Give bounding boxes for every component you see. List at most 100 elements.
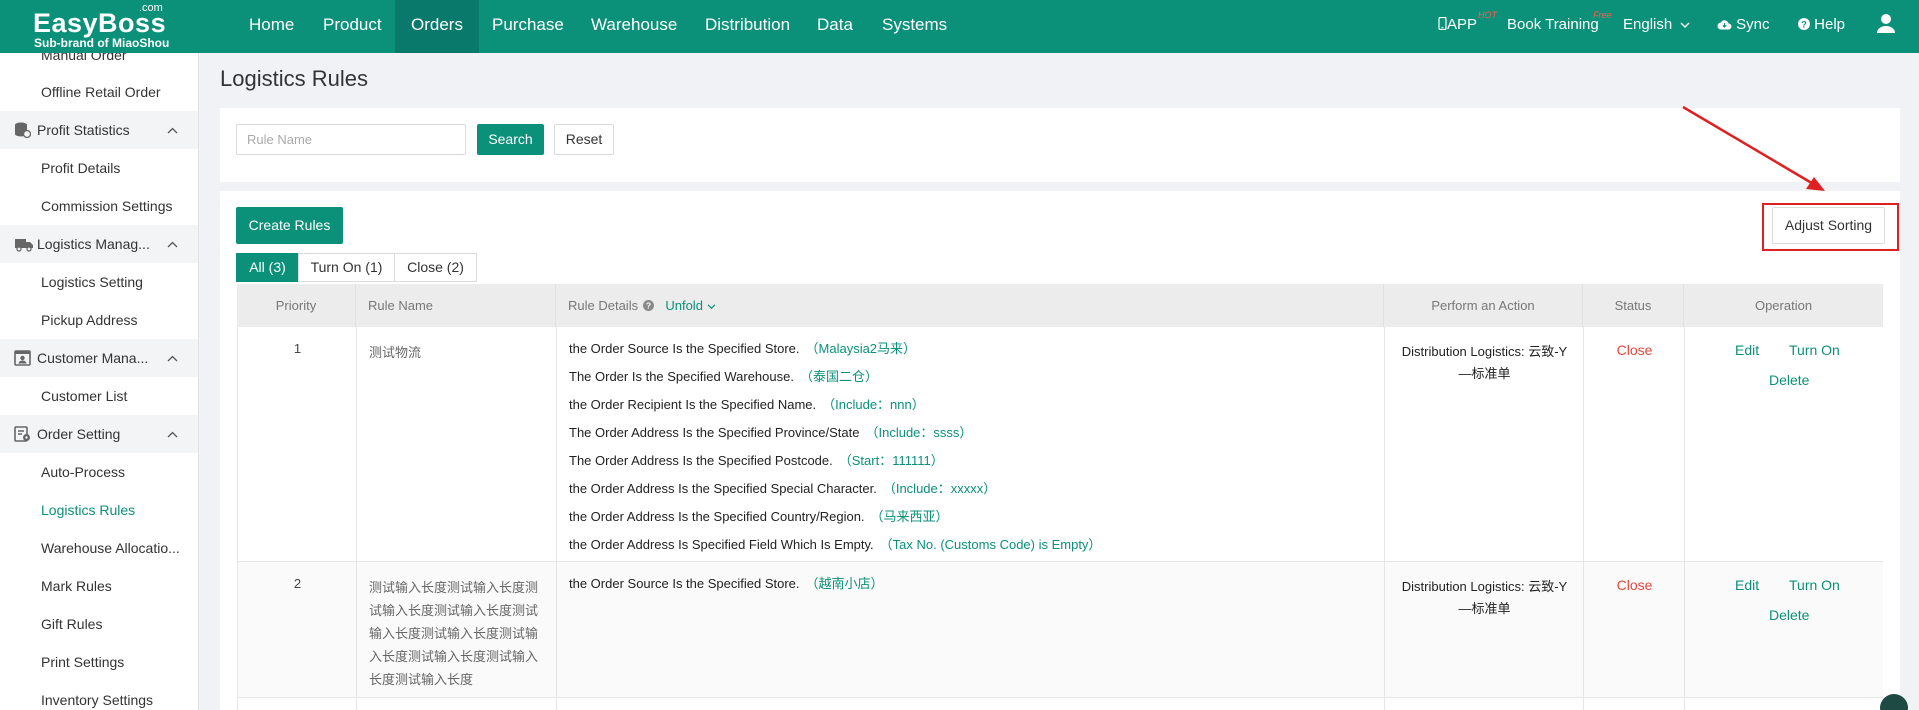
search-button[interactable]: Search	[477, 124, 544, 155]
condition-label: the Order Address Is Specified Field Whi…	[569, 537, 874, 552]
sync-button[interactable]: Sync	[1717, 0, 1770, 53]
free-badge: Free	[1593, 10, 1612, 20]
nav-distribution[interactable]: Distribution	[689, 0, 806, 53]
chevron-up-icon	[167, 241, 178, 248]
svg-text:?: ?	[1801, 20, 1807, 30]
condition-value: （泰国二仓）	[799, 369, 878, 384]
user-avatar-icon	[1877, 14, 1895, 33]
help-button[interactable]: ? Help	[1798, 0, 1845, 53]
action-line: —标准单	[1458, 601, 1511, 616]
sidebar-item-inventory-settings[interactable]: Inventory Settings	[41, 681, 153, 710]
rule-name-cell	[357, 698, 557, 710]
condition-value: （Include：ssss）	[865, 425, 973, 440]
turn-on-link[interactable]: Turn On	[1789, 577, 1840, 593]
edit-link[interactable]: Edit	[1735, 577, 1759, 593]
unfold-toggle[interactable]: Unfold	[665, 298, 715, 313]
nav-home[interactable]: Home	[233, 0, 310, 53]
sidebar-group-order-setting[interactable]: Order Setting	[0, 415, 198, 453]
filter-panel: Search Reset	[220, 108, 1900, 182]
delete-link[interactable]: Delete	[1769, 372, 1809, 388]
condition-item: the Order Source Is the Specified Store.…	[569, 338, 916, 357]
app-label: APP	[1447, 16, 1478, 33]
operation-cell: Edit Turn On Delete	[1685, 562, 1884, 697]
rule-name-cell: 测试物流	[357, 327, 557, 561]
nav-purchase[interactable]: Purchase	[476, 0, 580, 53]
sidebar: Manual Order Offline Retail Order Profit…	[0, 53, 199, 710]
sidebar-group-customer-management[interactable]: Customer Mana...	[0, 339, 198, 377]
tab-turn-on[interactable]: Turn On (1)	[298, 253, 395, 282]
column-rule-name: Rule Name	[356, 284, 556, 327]
sidebar-group-logistics-management[interactable]: Logistics Manag...	[0, 225, 198, 263]
action-line: Distribution Logistics: 云致-Y	[1401, 579, 1568, 594]
condition-value: （Include：nnn）	[822, 397, 925, 412]
app-link[interactable]: APP	[1438, 0, 1477, 53]
sidebar-item-auto-process[interactable]: Auto-Process	[41, 453, 125, 491]
sidebar-item-print-settings[interactable]: Print Settings	[41, 643, 124, 681]
table-header: Priority Rule Name Rule Details ? Unfold…	[237, 284, 1883, 327]
condition-label: The Order Address Is the Specified Provi…	[569, 425, 860, 440]
sidebar-item-logistics-setting[interactable]: Logistics Setting	[41, 263, 143, 301]
question-circle-icon[interactable]: ?	[642, 300, 654, 311]
unfold-label: Unfold	[665, 298, 703, 313]
nav-orders[interactable]: Orders	[395, 0, 479, 53]
sidebar-item-commission-settings[interactable]: Commission Settings	[41, 187, 173, 225]
condition-item: The Order Address Is the Specified Postc…	[569, 450, 944, 469]
rule-details-label: Rule Details	[568, 298, 639, 313]
sync-label: Sync	[1736, 16, 1770, 33]
condition-label: the Order Address Is the Specified Speci…	[569, 481, 877, 496]
sidebar-item-mark-rules[interactable]: Mark Rules	[41, 567, 112, 605]
sidebar-item-gift-rules[interactable]: Gift Rules	[41, 605, 102, 643]
priority-cell: 2	[238, 562, 357, 697]
delete-link[interactable]: Delete	[1769, 607, 1809, 623]
action-cell	[1385, 698, 1584, 710]
tab-close[interactable]: Close (2)	[394, 253, 477, 282]
sidebar-item-pickup-address[interactable]: Pickup Address	[41, 301, 138, 339]
condition-item: the Order Address Is the Specified Speci…	[569, 478, 996, 497]
sidebar-item-customer-list[interactable]: Customer List	[41, 377, 127, 415]
sidebar-item-warehouse-allocation[interactable]: Warehouse Allocatio...	[41, 529, 180, 567]
column-perform-action: Perform an Action	[1384, 284, 1583, 327]
condition-label: the Order Source Is the Specified Store.	[569, 576, 800, 591]
top-nav-bar: .com EasyBoss Sub-brand of MiaoShou Home…	[0, 0, 1919, 53]
sidebar-item-logistics-rules[interactable]: Logistics Rules	[41, 491, 135, 529]
action-description: Distribution Logistics: 云致-Y —标准单	[1397, 576, 1572, 620]
easyboss-logo[interactable]: .com EasyBoss Sub-brand of MiaoShou	[33, 2, 183, 50]
condition-item: the Order Address Is Specified Field Whi…	[569, 534, 1101, 553]
condition-value: （越南小店）	[805, 576, 884, 591]
condition-value: （马来西亚）	[870, 509, 949, 524]
sidebar-item-manual-order[interactable]: Manual Order	[41, 53, 127, 74]
reset-button[interactable]: Reset	[554, 124, 614, 155]
create-rules-button[interactable]: Create Rules	[236, 207, 343, 244]
condition-value: （Malaysia2马来）	[805, 341, 917, 356]
chat-widget-button[interactable]	[1880, 694, 1908, 710]
tab-all[interactable]: All (3)	[236, 253, 299, 282]
condition-label: the Order Source Is the Specified Store.	[569, 341, 800, 356]
sidebar-group-label: Order Setting	[37, 426, 121, 442]
priority-cell	[238, 698, 357, 710]
sidebar-group-profit-statistics[interactable]: Profit Statistics	[0, 111, 198, 149]
nav-product[interactable]: Product	[307, 0, 398, 53]
edit-link[interactable]: Edit	[1735, 342, 1759, 358]
action-line: —标准单	[1458, 366, 1511, 381]
sidebar-item-offline-retail-order[interactable]: Offline Retail Order	[41, 73, 161, 111]
condition-value: （Tax No. (Customs Code) is Empty）	[879, 537, 1102, 552]
language-select[interactable]: English	[1623, 0, 1690, 53]
action-cell: Distribution Logistics: 云致-Y —标准单	[1385, 562, 1584, 697]
rule-name-search-input[interactable]	[236, 124, 466, 155]
condition-label: the Order Address Is the Specified Count…	[569, 509, 865, 524]
book-training-link[interactable]: Book Training	[1507, 0, 1599, 53]
condition-label: the Order Recipient Is the Specified Nam…	[569, 397, 817, 412]
operation-cell: Edit Turn On Delete	[1685, 327, 1884, 561]
user-avatar-button[interactable]	[1876, 0, 1896, 53]
nav-warehouse[interactable]: Warehouse	[575, 0, 693, 53]
sidebar-group-label: Customer Mana...	[37, 350, 149, 366]
priority-value: 1	[293, 341, 302, 356]
turn-on-link[interactable]: Turn On	[1789, 342, 1840, 358]
table-row: 1 测试物流 the Order Source Is the Specified…	[237, 327, 1883, 562]
language-label: English	[1623, 16, 1673, 33]
logo-subbrand: Sub-brand of MiaoShou	[34, 36, 170, 50]
nav-systems[interactable]: Systems	[866, 0, 963, 53]
rule-details-cell	[557, 698, 1385, 710]
sidebar-item-profit-details[interactable]: Profit Details	[41, 149, 120, 187]
nav-data[interactable]: Data	[801, 0, 869, 53]
